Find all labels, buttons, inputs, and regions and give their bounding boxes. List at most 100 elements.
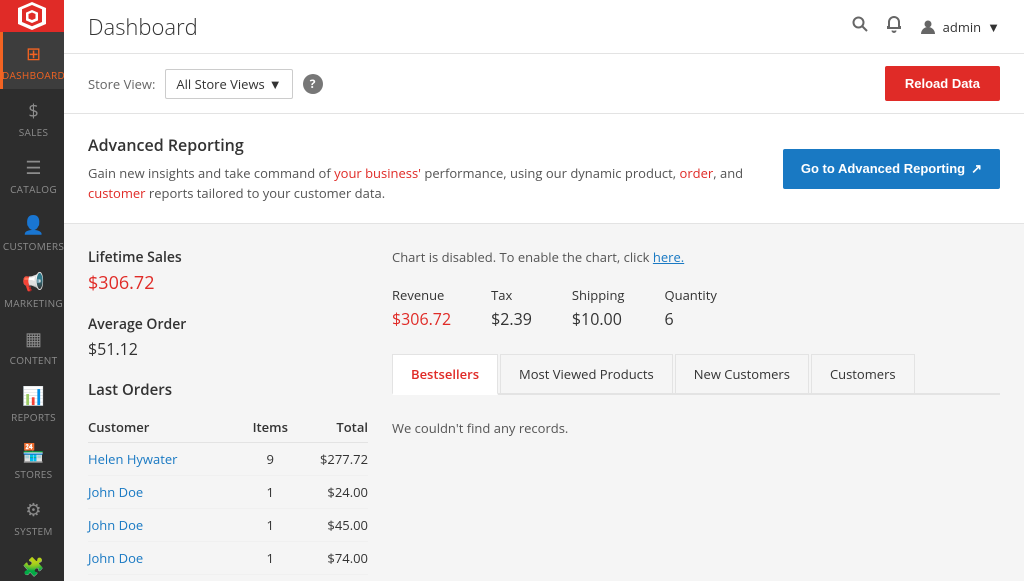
advanced-reporting-description: Gain new insights and take command of yo… [88,164,763,203]
order-items: 1 [244,476,297,509]
system-icon: ⚙ [25,498,41,522]
customers-icon: 👤 [22,213,44,237]
sidebar-item-marketing[interactable]: 📢 MARKETING [0,260,64,317]
advanced-reporting-heading: Advanced Reporting [88,134,763,156]
reload-button[interactable]: Reload Data [885,66,1000,101]
stat-item: Shipping $10.00 [572,286,625,330]
store-view-select[interactable]: All Store Views ▼ [165,69,292,99]
table-row: John Doe 1$74.00 [88,542,368,575]
goto-btn-label: Go to Advanced Reporting [801,161,965,176]
order-link[interactable]: order [680,164,714,182]
sidebar-item-stores[interactable]: 🏪 STORES [0,431,64,488]
search-icon[interactable] [851,15,869,39]
tab-customers[interactable]: Customers [811,354,915,393]
average-order-value: $51.12 [88,338,368,360]
table-row: John Doe 1$24.00 [88,476,368,509]
content-area: Store View: All Store Views ▼ ? Reload D… [64,54,1024,581]
sidebar-item-label: CATALOG [10,183,57,195]
stat-item: Tax$2.39 [491,286,532,330]
sidebar-item-label: CUSTOMERS [3,240,64,252]
tab-new-customers[interactable]: New Customers [675,354,809,393]
advanced-reporting-section: Advanced Reporting Gain new insights and… [64,114,1024,224]
average-order-label: Average Order [88,315,368,334]
logo[interactable] [0,0,64,32]
average-order-section: Average Order $51.12 [88,315,368,360]
stat-label: Quantity [665,286,717,304]
sidebar-item-dashboard[interactable]: ⊞ DASHBOARD [0,32,64,89]
left-panel: Lifetime Sales $306.72 Average Order $51… [88,248,368,581]
goto-advanced-reporting-button[interactable]: Go to Advanced Reporting ↗ [783,149,1000,189]
stores-icon: 🏪 [22,441,44,465]
stat-value: $10.00 [572,308,625,330]
customer-link[interactable]: customer [88,184,146,202]
order-total: $24.00 [297,476,368,509]
stats-row: Revenue$306.72 Tax$2.39 Shipping $10.00 Quan… [392,286,1000,330]
last-orders-section: Last Orders Customer Items Total Helen H… [88,380,368,581]
table-row: Helen Hywater9$277.72 [88,443,368,476]
order-items: 1 [244,542,297,575]
order-total: $74.00 [297,542,368,575]
store-view-bar: Store View: All Store Views ▼ ? Reload D… [64,54,1024,114]
order-total: $29.00 [297,575,368,581]
sidebar-item-label: DASHBOARD [2,69,64,81]
table-row: Veronica Costello1$29.00 [88,575,368,581]
dashboard-body: Lifetime Sales $306.72 Average Order $51… [64,224,1024,581]
store-view-left: Store View: All Store Views ▼ ? [88,69,323,99]
store-view-label: Store View: [88,75,155,93]
stat-value: 6 [665,308,717,330]
notifications-icon[interactable] [885,15,903,39]
sidebar-item-reports[interactable]: 📊 REPORTS [0,374,64,431]
col-items: Items [244,412,297,443]
sidebar-item-label: STORES [15,468,53,480]
order-items: 1 [244,509,297,542]
stat-item: Revenue$306.72 [392,286,451,330]
chart-enable-link[interactable]: here. [653,248,684,266]
user-name: admin [943,18,981,36]
sidebar-item-label: SYSTEM [14,525,52,537]
sidebar-item-system[interactable]: ⚙ SYSTEM [0,488,64,545]
user-dropdown-icon: ▼ [987,18,1000,36]
customer-name-link[interactable]: John Doe [88,483,143,501]
tab-bestsellers[interactable]: Bestsellers [392,354,498,395]
lifetime-sales-section: Lifetime Sales $306.72 [88,248,368,295]
col-total: Total [297,412,368,443]
stat-label: Shipping [572,286,625,304]
user-menu[interactable]: admin ▼ [919,18,1000,36]
content-icon: ▦ [25,327,42,351]
sidebar-item-catalog[interactable]: ☰ CATALOG [0,146,64,203]
order-total: $45.00 [297,509,368,542]
customer-name-link[interactable]: John Doe [88,516,143,534]
chart-disabled-message: Chart is disabled. To enable the chart, … [392,248,1000,266]
marketing-icon: 📢 [22,270,44,294]
order-items: 1 [244,575,297,581]
catalog-icon: ☰ [25,156,41,180]
reports-icon: 📊 [22,384,44,408]
right-panel: Chart is disabled. To enable the chart, … [392,248,1000,581]
business-link[interactable]: your business' [334,164,421,182]
page-header: Dashboard admin ▼ [64,0,1024,54]
sidebar-item-content[interactable]: ▦ CONTENT [0,317,64,374]
lifetime-sales-label: Lifetime Sales [88,248,368,267]
main-content: Dashboard admin ▼ [64,0,1024,581]
dashboard-icon: ⊞ [26,42,41,66]
tab-bar: BestsellersMost Viewed ProductsNew Custo… [392,354,1000,395]
stat-value: $306.72 [392,308,451,330]
store-view-value: All Store Views [176,75,264,93]
sidebar-item-customers[interactable]: 👤 CUSTOMERS [0,203,64,260]
sidebar-item-find[interactable]: 🧩 FIND PARTNERS & EXTENSIONS [0,545,64,581]
table-row: John Doe 1$45.00 [88,509,368,542]
customer-name-link[interactable]: John Doe [88,549,143,567]
last-orders-heading: Last Orders [88,380,368,400]
sidebar-item-label: SALES [19,126,49,138]
sidebar-item-sales[interactable]: $ SALES [0,89,64,146]
help-icon[interactable]: ? [303,74,323,94]
tab-most-viewed[interactable]: Most Viewed Products [500,354,673,393]
sidebar-item-label: CONTENT [10,354,58,366]
extensions-icon: 🧩 [22,555,44,579]
stat-value: $2.39 [491,308,532,330]
tab-content: We couldn't find any records. [392,411,1000,445]
col-customer: Customer [88,412,244,443]
page-title: Dashboard [88,12,198,42]
sidebar-item-label: MARKETING [4,297,63,309]
customer-name-link[interactable]: Helen Hywater [88,450,177,468]
